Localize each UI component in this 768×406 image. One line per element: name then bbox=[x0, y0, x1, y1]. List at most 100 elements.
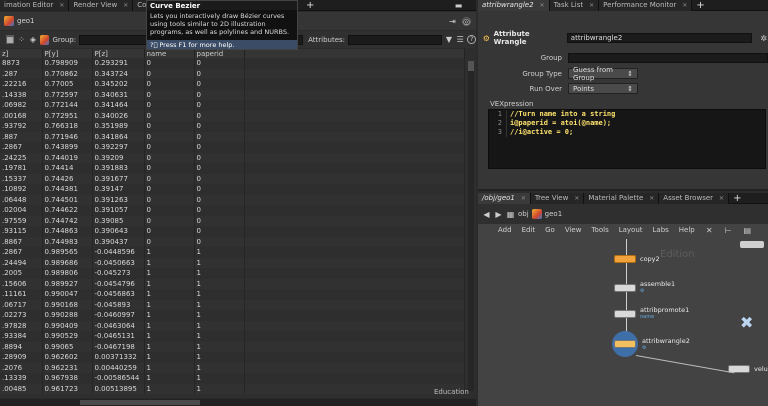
table-row[interactable]: .887 0.771946 0.341864 0 0 bbox=[0, 131, 465, 142]
add-tab-icon[interactable]: + bbox=[729, 193, 745, 204]
tab-animation-editor[interactable]: imation Editor ✕ bbox=[0, 0, 70, 11]
table-row[interactable]: .15337 0.74426 0.391677 0 0 bbox=[0, 173, 465, 184]
node-attribwrangle2[interactable]: attribwrangle2 ⚙ bbox=[612, 331, 690, 357]
vertical-scrollbar[interactable] bbox=[468, 61, 474, 391]
menu-view[interactable]: View bbox=[565, 226, 582, 234]
back-arrow-icon[interactable]: ◀ bbox=[482, 210, 491, 219]
menu-icon[interactable]: ▬ bbox=[454, 1, 463, 10]
pin-icon[interactable]: ⇥ bbox=[448, 17, 457, 26]
table-row[interactable]: 8873 0.798909 0.293291 0 0 bbox=[0, 58, 465, 69]
merge-node-icon[interactable]: ✖ bbox=[740, 313, 753, 332]
table-row[interactable]: .15606 0.989927 -0.0454796 1 1 bbox=[0, 278, 465, 289]
column-header[interactable]: z] bbox=[0, 49, 43, 58]
table-row[interactable]: .06717 0.990168 -0.045893 1 1 bbox=[0, 299, 465, 310]
group-field[interactable] bbox=[568, 53, 768, 63]
table-row[interactable]: .02004 0.744622 0.391057 0 0 bbox=[0, 205, 465, 216]
points-icon[interactable]: ⁘ bbox=[17, 35, 25, 44]
tab-task-list[interactable]: Task List ✕ bbox=[549, 0, 600, 11]
pane-splitter[interactable] bbox=[478, 189, 768, 191]
path-geo-label[interactable]: geo1 bbox=[17, 17, 35, 25]
table-row[interactable]: .06982 0.772144 0.341464 0 0 bbox=[0, 100, 465, 111]
offscreen-node[interactable] bbox=[740, 241, 764, 248]
tab-material-palette[interactable]: Material Palette ✕ bbox=[584, 192, 660, 204]
group-type-dropdown[interactable]: Guess from Group ⇕ bbox=[568, 66, 638, 82]
tab-network-path[interactable]: /obj/geo1 ✕ bbox=[478, 192, 531, 204]
run-over-dropdown[interactable]: Points ⇕ bbox=[568, 83, 638, 94]
horizontal-scrollbar[interactable] bbox=[0, 399, 476, 406]
geometry-spreadsheet[interactable]: z] P[y] P[z] name paperid 8873 0.798909 0.2932… bbox=[0, 49, 476, 398]
column-header[interactable]: P[z] bbox=[92, 49, 145, 58]
add-tab-icon[interactable]: + bbox=[302, 0, 318, 11]
column-header[interactable]: P[y] bbox=[42, 49, 93, 58]
table-row[interactable]: .93115 0.744863 0.390643 0 0 bbox=[0, 226, 465, 237]
table-row[interactable]: .287 0.770862 0.343724 0 0 bbox=[0, 68, 465, 79]
path-geo-label[interactable]: geo1 bbox=[545, 210, 563, 218]
table-row[interactable]: .93384 0.990529 -0.0465131 1 1 bbox=[0, 331, 465, 342]
primitives-icon[interactable]: ◈ bbox=[29, 35, 37, 44]
tab-render-view[interactable]: Render View ✕ bbox=[69, 0, 134, 11]
table-row[interactable]: .13339 0.967938 -0.00586544 1 1 bbox=[0, 373, 465, 384]
gear-icon[interactable]: ✲ bbox=[759, 34, 768, 43]
table-row[interactable]: .2867 0.989565 -0.0448596 1 1 bbox=[0, 247, 465, 258]
list-icon[interactable]: ☰ bbox=[456, 35, 464, 44]
close-icon[interactable]: ✕ bbox=[540, 2, 545, 9]
grid-icon[interactable]: ▤ bbox=[743, 226, 752, 235]
geometry-icon[interactable]: ▦ bbox=[6, 35, 15, 44]
tools-icon[interactable]: ✕ bbox=[705, 226, 714, 235]
tab-asset-browser[interactable]: Asset Browser ✕ bbox=[659, 192, 730, 204]
table-row[interactable]: .97828 0.990409 -0.0463064 1 1 bbox=[0, 320, 465, 331]
node-attribpromote1[interactable]: attribpromote1 name bbox=[614, 307, 689, 320]
menu-add[interactable]: Add bbox=[498, 226, 512, 234]
node-assemble1[interactable]: assemble1 ⚙ bbox=[614, 281, 675, 294]
menu-help[interactable]: Help bbox=[679, 226, 695, 234]
tab-performance-monitor[interactable]: Performance Monitor ✕ bbox=[599, 0, 693, 11]
close-icon[interactable]: ✕ bbox=[574, 195, 579, 202]
close-icon[interactable]: ✕ bbox=[59, 2, 64, 9]
tab-tree-view[interactable]: Tree View ✕ bbox=[530, 192, 585, 204]
table-row[interactable]: .22216 0.77005 0.345202 0 0 bbox=[0, 79, 465, 90]
table-row[interactable]: .14338 0.772597 0.340631 0 0 bbox=[0, 89, 465, 100]
tab-attribwrangle2[interactable]: attribwrangle2 ✕ bbox=[478, 0, 550, 11]
help-icon[interactable]: ? bbox=[467, 35, 476, 44]
node-copy2[interactable]: copy2 bbox=[614, 255, 660, 263]
table-row[interactable]: .24225 0.744019 0.39209 0 0 bbox=[0, 152, 465, 163]
column-header[interactable]: paperid bbox=[194, 49, 245, 58]
table-row[interactable]: .97559 0.744742 0.39085 0 0 bbox=[0, 215, 465, 226]
table-row[interactable]: .8894 0.99065 -0.0467198 1 1 bbox=[0, 341, 465, 352]
menu-edit[interactable]: Edit bbox=[522, 226, 536, 234]
forward-arrow-icon[interactable]: ▶ bbox=[494, 210, 503, 219]
close-icon[interactable]: ✕ bbox=[682, 2, 687, 9]
code-line[interactable]: 2 i@paperid = atoi(@name); bbox=[489, 119, 765, 128]
table-row[interactable]: .24494 0.989686 -0.0450663 1 1 bbox=[0, 257, 465, 268]
network-canvas[interactable]: Edition copy2 assemble1 ⚙ attribpromote1 n… bbox=[478, 235, 768, 406]
close-icon[interactable]: ✕ bbox=[123, 2, 128, 9]
tree-icon[interactable]: ⊢ bbox=[724, 226, 733, 235]
table-row[interactable]: .11161 0.990047 -0.0456863 1 1 bbox=[0, 289, 465, 300]
table-row[interactable]: .02273 0.990288 -0.0460997 1 1 bbox=[0, 310, 465, 321]
path-obj-label[interactable]: obj bbox=[518, 210, 529, 218]
node-name-input[interactable]: attribwrangle2 bbox=[566, 33, 753, 43]
close-icon[interactable]: ✕ bbox=[719, 195, 724, 202]
table-row[interactable]: .2076 0.962231 0.00440259 1 1 bbox=[0, 362, 465, 373]
menu-go[interactable]: Go bbox=[545, 226, 555, 234]
detail-icon[interactable] bbox=[40, 34, 50, 45]
table-row[interactable]: .8867 0.744983 0.390437 0 0 bbox=[0, 236, 465, 247]
table-row[interactable]: .2867 0.743899 0.392297 0 0 bbox=[0, 142, 465, 153]
add-tab-icon[interactable]: + bbox=[692, 0, 708, 11]
filter-icon[interactable]: ▼ bbox=[445, 35, 453, 44]
sync-icon[interactable]: ◎ bbox=[462, 16, 471, 26]
code-line[interactable]: 1//Turn name into a string bbox=[489, 110, 765, 119]
table-row[interactable]: .00168 0.772951 0.340026 0 0 bbox=[0, 110, 465, 121]
table-row[interactable]: .2005 0.989806 -0.045273 1 1 bbox=[0, 268, 465, 279]
menu-labs[interactable]: Labs bbox=[653, 226, 669, 234]
vex-code-editor[interactable]: 1//Turn name into a string 2 i@paperid = a… bbox=[488, 109, 766, 169]
table-row[interactable]: .10892 0.744381 0.39147 0 0 bbox=[0, 184, 465, 195]
table-row[interactable]: .19781 0.74414 0.391883 0 0 bbox=[0, 163, 465, 174]
column-header[interactable]: name bbox=[144, 49, 195, 58]
close-icon[interactable]: ✕ bbox=[649, 195, 654, 202]
code-line[interactable]: 3//i@active = 0; bbox=[489, 128, 765, 137]
table-row[interactable]: .00485 0.961723 0.00513895 1 1 bbox=[0, 383, 465, 394]
attributes-input[interactable] bbox=[348, 34, 442, 45]
menu-layout[interactable]: Layout bbox=[619, 226, 643, 234]
close-icon[interactable]: ✕ bbox=[521, 195, 526, 202]
